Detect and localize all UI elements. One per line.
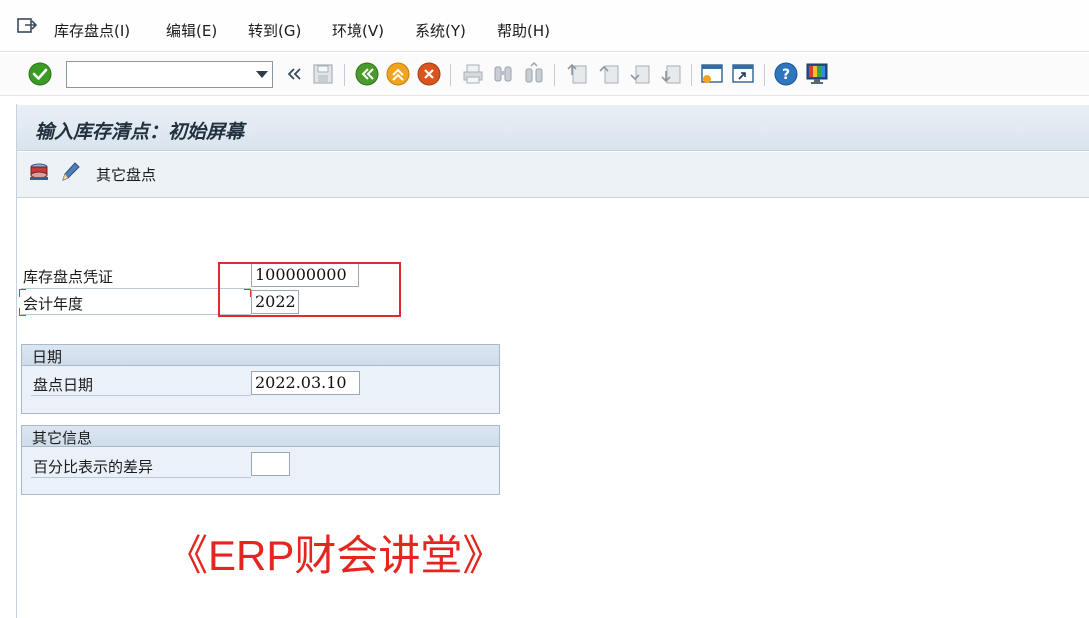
next-page-icon[interactable] bbox=[627, 61, 653, 87]
back-icon[interactable] bbox=[354, 61, 380, 87]
find-next-icon[interactable] bbox=[521, 61, 547, 87]
date-group: 日期 盘点日期 2022.03.10 bbox=[21, 344, 500, 414]
menu-inventory[interactable]: 库存盘点(I) bbox=[54, 20, 130, 41]
watermark-text: 《ERP财会讲堂》 bbox=[166, 532, 505, 579]
menu-goto[interactable]: 转到(G) bbox=[248, 20, 301, 41]
toolbar-separator bbox=[344, 64, 345, 86]
help-icon[interactable]: ? bbox=[773, 61, 799, 87]
shortcut-icon[interactable] bbox=[730, 61, 756, 87]
menu-edit[interactable]: 编辑(E) bbox=[166, 20, 217, 41]
highlight-box bbox=[218, 262, 401, 317]
other-info-group-header: 其它信息 bbox=[22, 426, 499, 447]
menu-help[interactable]: 帮助(H) bbox=[497, 20, 550, 41]
toolbar-separator bbox=[450, 64, 451, 86]
focus-marker bbox=[19, 308, 26, 316]
year-label: 会计年度 bbox=[23, 295, 84, 313]
screen-title-bar: 输入库存清点：初始屏幕 bbox=[17, 105, 1089, 151]
create-session-icon[interactable] bbox=[699, 61, 725, 87]
command-dropdown-icon[interactable] bbox=[256, 71, 268, 78]
change-pencil-icon[interactable] bbox=[59, 160, 81, 184]
svg-text:?: ? bbox=[782, 67, 790, 83]
print-icon[interactable] bbox=[460, 61, 486, 87]
date-group-title: 日期 bbox=[32, 348, 63, 366]
application-toolbar: 其它盘点 bbox=[17, 152, 1089, 198]
count-date-label: 盘点日期 bbox=[33, 376, 94, 394]
label-underline bbox=[31, 477, 251, 478]
find-icon[interactable] bbox=[490, 61, 516, 87]
last-page-icon[interactable] bbox=[658, 61, 684, 87]
first-page-icon[interactable] bbox=[564, 61, 590, 87]
menu-system[interactable]: 系统(Y) bbox=[415, 20, 466, 41]
menu-environment[interactable]: 环境(V) bbox=[332, 20, 384, 41]
other-info-group: 其它信息 百分比表示的差异 bbox=[21, 425, 500, 495]
count-date-field[interactable]: 2022.03.10 bbox=[251, 371, 360, 395]
toolbar-separator bbox=[764, 64, 765, 86]
percent-diff-label: 百分比表示的差异 bbox=[33, 458, 154, 476]
sap-window: 库存盘点(I) 编辑(E) 转到(G) 环境(V) 系统(Y) 帮助(H) ? … bbox=[0, 0, 1089, 618]
other-info-group-title: 其它信息 bbox=[32, 429, 93, 447]
previous-page-icon[interactable] bbox=[596, 61, 622, 87]
focus-marker bbox=[19, 289, 26, 297]
save-icon[interactable] bbox=[310, 61, 336, 87]
customize-layout-icon[interactable] bbox=[804, 61, 830, 87]
menu-bar: 库存盘点(I) 编辑(E) 转到(G) 环境(V) 系统(Y) 帮助(H) bbox=[0, 0, 1089, 52]
cancel-icon[interactable] bbox=[416, 61, 442, 87]
toolbar-separator bbox=[691, 64, 692, 86]
standard-toolbar: ? bbox=[0, 53, 1089, 96]
doc-label: 库存盘点凭证 bbox=[23, 268, 114, 286]
toolbar-separator bbox=[554, 64, 555, 86]
label-underline bbox=[21, 314, 251, 315]
other-counts-button[interactable]: 其它盘点 bbox=[96, 164, 156, 185]
percent-diff-field[interactable] bbox=[251, 452, 290, 476]
command-input[interactable] bbox=[67, 62, 247, 87]
screen-title: 输入库存清点：初始屏幕 bbox=[35, 121, 245, 143]
label-underline bbox=[31, 395, 251, 396]
date-group-header: 日期 bbox=[22, 345, 499, 366]
stock-display-icon[interactable] bbox=[28, 161, 50, 183]
menu-exit-icon[interactable] bbox=[16, 16, 38, 36]
exit-icon[interactable] bbox=[385, 61, 411, 87]
label-underline bbox=[21, 288, 251, 289]
enter-icon[interactable] bbox=[27, 61, 53, 87]
collapse-icon[interactable] bbox=[281, 61, 307, 87]
command-field[interactable] bbox=[66, 61, 273, 88]
